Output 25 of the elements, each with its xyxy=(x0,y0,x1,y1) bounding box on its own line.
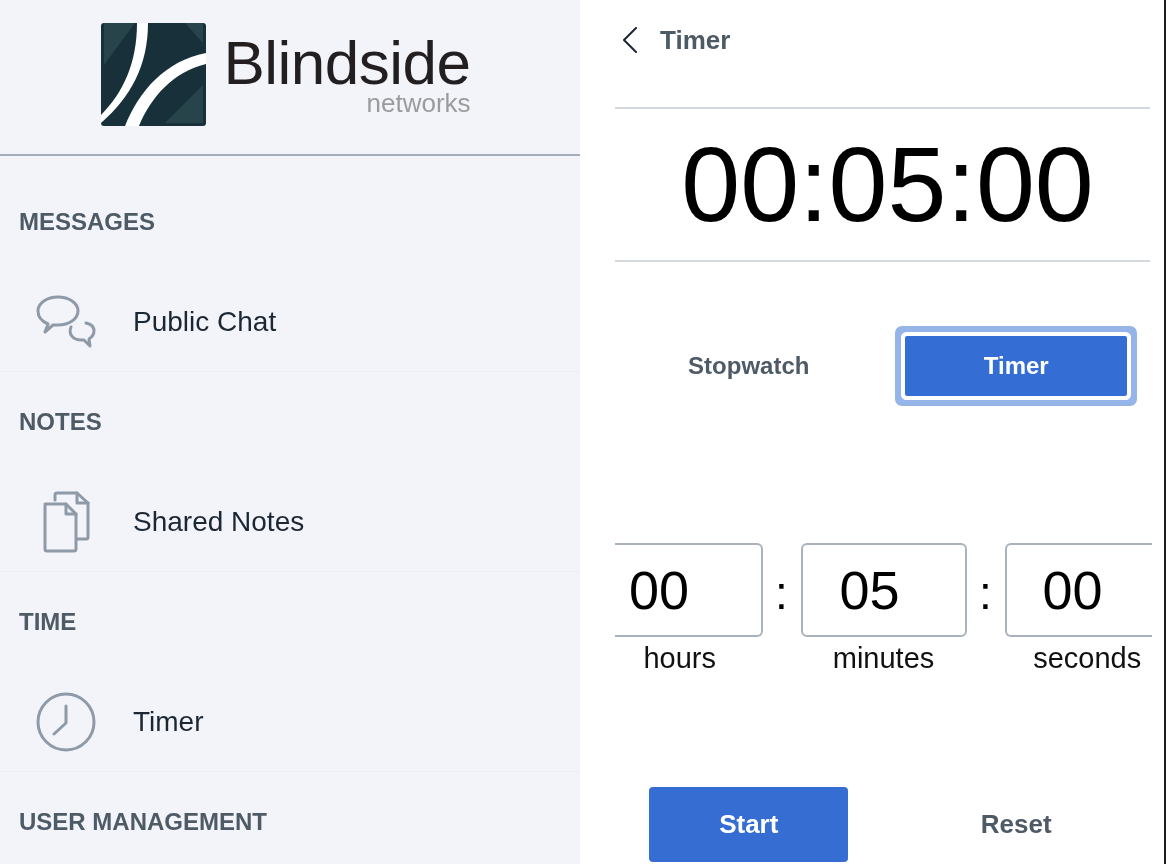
section-heading: NOTES xyxy=(18,407,103,437)
clock-icon xyxy=(36,691,96,752)
time-separator: : xyxy=(774,566,789,621)
sidebar-item[interactable]: Shared Notes xyxy=(0,472,580,572)
mode-tab[interactable]: Stopwatch xyxy=(637,336,860,396)
time-input[interactable]: 05 xyxy=(800,543,967,637)
sidebar-item[interactable]: Public Chat xyxy=(0,272,580,372)
countdown-display: 00:05:00 xyxy=(615,107,1150,262)
field-label: hours xyxy=(642,641,717,676)
section-heading: USER MANAGEMENT xyxy=(18,807,268,837)
action-button[interactable]: Start xyxy=(649,787,849,862)
chevron-left-icon xyxy=(623,27,637,53)
back-button[interactable]: Timer xyxy=(615,0,731,80)
section-heading: MESSAGES xyxy=(18,207,157,237)
time-separator: : xyxy=(978,566,993,621)
field-label: minutes xyxy=(831,641,936,676)
logo-icon xyxy=(101,22,207,126)
speech-bubbles-icon xyxy=(36,294,96,349)
sidebar-item[interactable]: Timer xyxy=(0,672,580,772)
field-label: seconds xyxy=(1032,641,1143,676)
time-input[interactable]: 00 xyxy=(1004,543,1152,637)
section-heading: TIME xyxy=(18,607,78,637)
documents-icon xyxy=(41,490,91,553)
time-input[interactable]: 00 xyxy=(615,543,763,637)
action-button[interactable]: Reset xyxy=(916,787,1116,862)
